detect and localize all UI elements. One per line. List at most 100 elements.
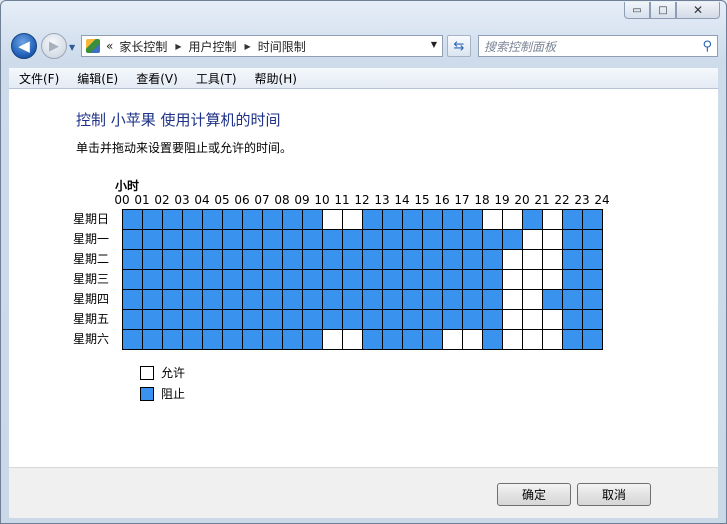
hour-cell[interactable] — [322, 309, 343, 330]
hour-cell[interactable] — [362, 229, 383, 250]
hour-cell[interactable] — [222, 309, 243, 330]
hour-cell[interactable] — [122, 229, 143, 250]
hour-cell[interactable] — [302, 229, 323, 250]
hour-cell[interactable] — [162, 249, 183, 270]
hour-cell[interactable] — [422, 229, 443, 250]
hour-cell[interactable] — [422, 309, 443, 330]
hour-cell[interactable] — [142, 209, 163, 230]
hour-cell[interactable] — [542, 229, 563, 250]
hour-cell[interactable] — [182, 269, 203, 290]
hour-cell[interactable] — [422, 289, 443, 310]
hour-cell[interactable] — [202, 229, 223, 250]
hour-cell[interactable] — [362, 269, 383, 290]
hour-cell[interactable] — [202, 209, 223, 230]
hour-cell[interactable] — [162, 269, 183, 290]
hour-cell[interactable] — [442, 249, 463, 270]
hour-cell[interactable] — [502, 209, 523, 230]
forward-button[interactable]: ▶ — [41, 33, 67, 59]
hour-cell[interactable] — [142, 269, 163, 290]
hour-cell[interactable] — [422, 269, 443, 290]
hour-cell[interactable] — [242, 269, 263, 290]
hour-cell[interactable] — [202, 269, 223, 290]
hour-cell[interactable] — [282, 329, 303, 350]
hour-cell[interactable] — [562, 269, 583, 290]
hour-cell[interactable] — [382, 289, 403, 310]
hour-cell[interactable] — [222, 209, 243, 230]
hour-cell[interactable] — [262, 289, 283, 310]
cancel-button[interactable]: 取消 — [577, 483, 651, 506]
hour-cell[interactable] — [242, 229, 263, 250]
hour-cell[interactable] — [222, 269, 243, 290]
hour-cell[interactable] — [582, 269, 603, 290]
address-dropdown-icon[interactable]: ▼ — [431, 40, 437, 49]
hour-cell[interactable] — [122, 249, 143, 270]
hour-cell[interactable] — [402, 329, 423, 350]
minimize-button[interactable]: ▭ — [624, 2, 650, 19]
hour-cell[interactable] — [482, 209, 503, 230]
hour-cell[interactable] — [422, 209, 443, 230]
hour-cell[interactable] — [362, 289, 383, 310]
hour-cell[interactable] — [202, 249, 223, 270]
hour-cell[interactable] — [542, 289, 563, 310]
hour-cell[interactable] — [322, 209, 343, 230]
address-bar[interactable]: « 家长控制 ▶ 用户控制 ▶ 时间限制 ▼ — [81, 35, 443, 57]
hour-cell[interactable] — [322, 329, 343, 350]
hour-cell[interactable] — [222, 249, 243, 270]
hour-cell[interactable] — [462, 249, 483, 270]
hour-cell[interactable] — [242, 209, 263, 230]
ok-button[interactable]: 确定 — [497, 483, 571, 506]
hour-cell[interactable] — [242, 289, 263, 310]
hour-cell[interactable] — [462, 289, 483, 310]
menu-help[interactable]: 帮助(H) — [245, 70, 305, 87]
hour-cell[interactable] — [162, 209, 183, 230]
hour-cell[interactable] — [522, 229, 543, 250]
hour-cell[interactable] — [342, 309, 363, 330]
hour-cell[interactable] — [562, 309, 583, 330]
hour-cell[interactable] — [382, 269, 403, 290]
hour-cell[interactable] — [502, 229, 523, 250]
hour-cell[interactable] — [262, 249, 283, 270]
hour-cell[interactable] — [482, 249, 503, 270]
hour-cell[interactable] — [522, 329, 543, 350]
hour-cell[interactable] — [502, 329, 523, 350]
hour-cell[interactable] — [442, 289, 463, 310]
hour-cell[interactable] — [322, 289, 343, 310]
search-icon[interactable]: ⚲ — [702, 39, 712, 54]
hour-cell[interactable] — [302, 309, 323, 330]
hour-cell[interactable] — [202, 309, 223, 330]
hour-cell[interactable] — [482, 269, 503, 290]
hour-cell[interactable] — [302, 289, 323, 310]
hour-cell[interactable] — [162, 229, 183, 250]
hour-cell[interactable] — [322, 269, 343, 290]
hour-cell[interactable] — [342, 249, 363, 270]
hour-cell[interactable] — [222, 289, 243, 310]
hour-cell[interactable] — [182, 289, 203, 310]
hour-cell[interactable] — [142, 289, 163, 310]
hour-cell[interactable] — [562, 289, 583, 310]
hour-cell[interactable] — [342, 229, 363, 250]
hour-cell[interactable] — [202, 329, 223, 350]
hour-cell[interactable] — [502, 249, 523, 270]
hour-cell[interactable] — [342, 269, 363, 290]
hour-cell[interactable] — [282, 289, 303, 310]
hour-cell[interactable] — [362, 309, 383, 330]
hour-cell[interactable] — [302, 249, 323, 270]
hour-cell[interactable] — [242, 329, 263, 350]
recent-pages-dropdown-icon[interactable]: ▼ — [69, 43, 75, 52]
hour-cell[interactable] — [182, 229, 203, 250]
hour-cell[interactable] — [542, 329, 563, 350]
hour-cell[interactable] — [182, 209, 203, 230]
hour-cell[interactable] — [462, 269, 483, 290]
hour-cell[interactable] — [142, 329, 163, 350]
hour-cell[interactable] — [522, 309, 543, 330]
hour-cell[interactable] — [182, 309, 203, 330]
hour-cell[interactable] — [362, 209, 383, 230]
hour-cell[interactable] — [362, 249, 383, 270]
breadcrumb-overflow[interactable]: « — [106, 39, 113, 53]
hour-cell[interactable] — [122, 289, 143, 310]
time-limit-grid[interactable] — [122, 209, 603, 350]
hour-cell[interactable] — [442, 229, 463, 250]
hour-cell[interactable] — [462, 329, 483, 350]
hour-cell[interactable] — [402, 209, 423, 230]
hour-cell[interactable] — [142, 309, 163, 330]
